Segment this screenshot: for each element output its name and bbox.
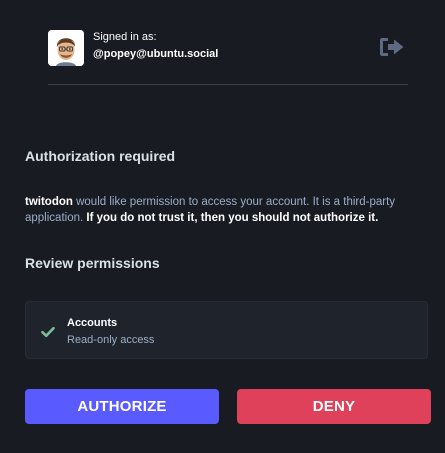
authorize-button[interactable]: AUTHORIZE: [25, 389, 219, 424]
permission-description: Read-only access: [67, 334, 155, 346]
permission-title: Accounts: [67, 317, 118, 329]
sign-out-icon: [380, 38, 404, 56]
deny-button[interactable]: DENY: [237, 389, 431, 424]
memoji-avatar-icon: [48, 30, 84, 66]
review-permissions-heading: Review permissions: [25, 255, 160, 271]
avatar: [48, 30, 84, 66]
check-icon: [41, 326, 55, 338]
account-handle: @popey@ubuntu.social: [93, 48, 219, 60]
signed-in-card: Signed in as: @popey@ubuntu.social: [48, 30, 408, 70]
authorization-description: twitodon would like permission to access…: [25, 194, 420, 226]
sign-out-button[interactable]: [379, 36, 407, 58]
divider: [48, 84, 408, 85]
authorization-heading: Authorization required: [25, 148, 176, 164]
app-name: twitodon: [25, 196, 73, 208]
permission-item-accounts: Accounts Read-only access: [25, 301, 428, 359]
signed-in-label: Signed in as:: [93, 31, 157, 43]
trust-warning: If you do not trust it, then you should …: [86, 212, 379, 224]
